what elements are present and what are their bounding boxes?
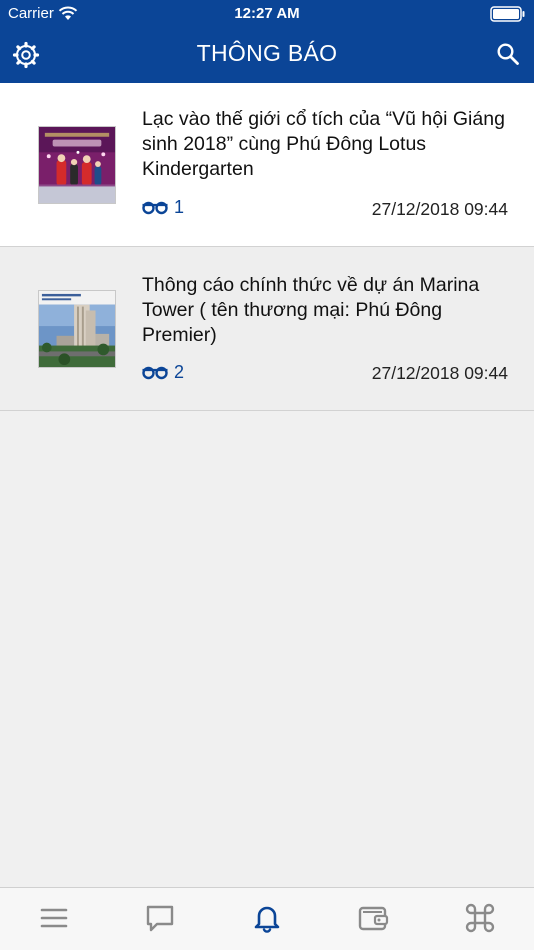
status-time: 12:27 AM: [234, 5, 300, 22]
view-count: 1: [142, 197, 184, 218]
battery-icon: [490, 6, 525, 22]
tab-menu-icon[interactable]: [38, 902, 70, 934]
views-glasses-icon: [142, 366, 168, 379]
notification-item[interactable]: Lạc vào thế giới cổ tích của “Vũ hội Giá…: [0, 83, 534, 247]
notification-title: Thông cáo chính thức về dự án Marina Tow…: [142, 274, 480, 346]
notification-title: Lạc vào thế giới cổ tích của “Vũ hội Giá…: [142, 108, 505, 180]
view-count-value: 2: [174, 362, 185, 382]
app-header: Carrier 12:27 AM THÔNG BÁO: [0, 0, 534, 83]
notification-thumbnail: [38, 290, 116, 368]
notification-thumbnail: [38, 126, 116, 204]
nav-bar: THÔNG BÁO: [0, 28, 534, 83]
notification-list: Lạc vào thế giới cổ tích của “Vũ hội Giá…: [0, 83, 534, 411]
notification-item[interactable]: Thông cáo chính thức về dự án Marina Tow…: [0, 247, 534, 411]
notification-date: 27/12/2018 09:44: [371, 363, 508, 383]
tab-command-icon[interactable]: [464, 902, 496, 934]
page-title: THÔNG BÁO: [196, 40, 338, 66]
tab-bar: [0, 887, 534, 950]
views-glasses-icon: [142, 201, 168, 214]
search-icon[interactable]: [496, 42, 520, 66]
notification-date: 27/12/2018 09:44: [371, 199, 508, 219]
status-bar: Carrier 12:27 AM: [0, 0, 534, 28]
tab-bell-icon[interactable]: [251, 902, 283, 934]
view-count-value: 1: [174, 197, 185, 217]
tab-chat-icon[interactable]: [144, 902, 176, 934]
view-count: 2: [142, 362, 184, 383]
tab-wallet-icon[interactable]: [357, 902, 389, 934]
